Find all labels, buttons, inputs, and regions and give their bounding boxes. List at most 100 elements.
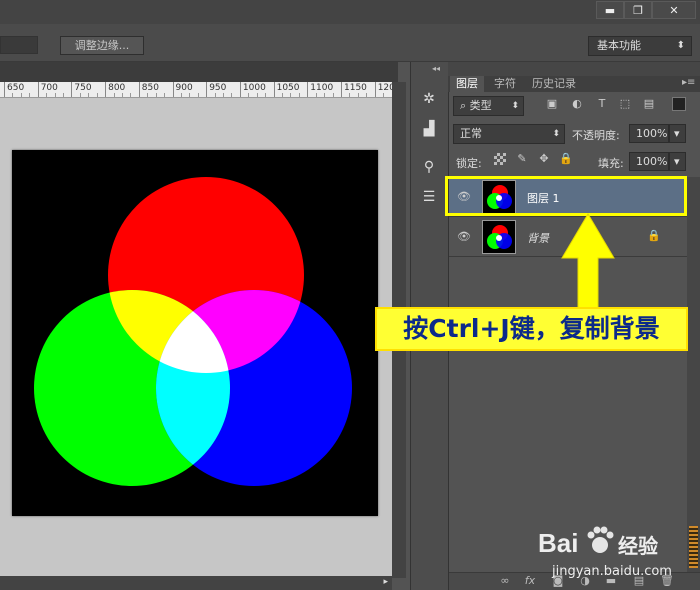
ruler-tick: [172, 82, 174, 97]
document-tab-strip: [0, 62, 398, 82]
close-button[interactable]: ✕: [652, 1, 696, 19]
ruler-minor-tick: [290, 93, 292, 97]
restore-button[interactable]: ❐: [624, 1, 652, 19]
tab-character[interactable]: 字符: [488, 76, 522, 92]
opacity-input[interactable]: 100%: [629, 124, 669, 143]
ruler-tick: [37, 82, 39, 97]
collapse-arrows-icon[interactable]: ◂◂: [432, 64, 440, 73]
rgb-thumbnail-icon: [487, 225, 512, 249]
fx-icon[interactable]: fx: [523, 574, 537, 588]
ruler-minor-tick: [349, 93, 351, 97]
ruler-tick: [138, 82, 140, 97]
ruler-minor-tick: [46, 93, 48, 97]
ruler-label: 850: [141, 83, 159, 93]
ruler-label: 1050: [276, 83, 300, 93]
tab-history[interactable]: 历史记录: [526, 76, 582, 92]
filter-type-icon[interactable]: T: [595, 97, 609, 111]
filter-pixel-icon[interactable]: ▣: [545, 97, 559, 111]
filter-shape-icon[interactable]: ⬚: [618, 97, 632, 111]
ruler-label: 650: [7, 83, 25, 93]
ruler-tick: [341, 82, 342, 97]
filter-toggle[interactable]: [672, 97, 686, 111]
ruler-minor-tick: [113, 93, 115, 97]
watermark-brand: Bai: [538, 528, 579, 558]
layer-name[interactable]: 背景: [527, 230, 549, 246]
blend-mode-select[interactable]: 正常 ⬍: [453, 124, 565, 144]
ruler-label: 1000: [242, 83, 266, 93]
ruler-minor-tick: [147, 93, 149, 97]
adjust-icon[interactable]: ☰: [418, 186, 440, 208]
rgb-circles-image: [34, 177, 352, 486]
lock-icon: 🔒: [647, 229, 661, 242]
ruler-minor-tick: [121, 93, 123, 97]
ruler-minor-tick: [29, 93, 31, 97]
minimize-button[interactable]: ▬: [596, 1, 624, 19]
fill-dropdown-icon[interactable]: ▾: [669, 152, 686, 171]
ruler-minor-tick: [383, 93, 385, 97]
document-canvas[interactable]: [12, 150, 378, 516]
ruler-minor-tick: [62, 93, 64, 97]
blend-mode-value: 正常: [460, 127, 482, 140]
watermark-url: jingyan.baidu.com: [552, 564, 672, 579]
ruler-label: 750: [74, 83, 92, 93]
horizontal-ruler: 650 700 750 800 850 900 950 1000 1050 1100 1150 120…: [0, 82, 392, 98]
layer-thumbnail: [482, 220, 516, 254]
ruler-label: 900: [175, 83, 193, 93]
lock-all-icon[interactable]: 🔒: [559, 152, 573, 166]
link-layers-icon[interactable]: ∞: [498, 574, 512, 588]
ruler-minor-tick: [332, 93, 334, 97]
workspace-select[interactable]: 基本功能 ⬍: [588, 36, 692, 56]
ruler-minor-tick: [223, 93, 225, 97]
workspace-label: 基本功能: [597, 39, 641, 52]
histogram-icon[interactable]: ▟: [418, 118, 440, 140]
title-bar: [0, 0, 700, 24]
ruler-tick: [307, 82, 309, 97]
refine-edge-button[interactable]: 调整边缘...: [60, 36, 144, 55]
ruler-label: 950: [209, 83, 227, 93]
fill-label: 填充:: [598, 157, 624, 170]
ruler-minor-tick: [88, 93, 90, 97]
ruler-minor-tick: [164, 93, 166, 97]
chevron-updown-icon: ⬍: [552, 129, 560, 139]
opacity-dropdown-icon[interactable]: ▾: [669, 124, 686, 143]
watermark-brand2: 经验: [618, 534, 658, 558]
ruler-minor-tick: [20, 93, 22, 97]
opacity-label: 不透明度:: [572, 129, 620, 142]
ruler-label: 800: [108, 83, 126, 93]
chevron-updown-icon: ⬍: [676, 40, 685, 51]
visibility-eye-icon[interactable]: 👁: [457, 230, 471, 244]
canvas-horizontal-scrollbar[interactable]: ▸: [0, 576, 392, 590]
panel-header: [448, 62, 700, 76]
ruler-minor-tick: [248, 93, 250, 97]
filter-smart-object-icon[interactable]: ▤: [642, 97, 656, 111]
arrow-up-icon: [561, 213, 615, 309]
ruler-minor-tick: [79, 93, 81, 97]
ruler-minor-tick: [54, 93, 56, 97]
fill-input[interactable]: 100%: [629, 152, 669, 171]
lock-transparency-icon[interactable]: [494, 153, 506, 165]
highlight-box: [445, 176, 687, 216]
filter-adjustment-icon[interactable]: ◐: [570, 97, 584, 111]
ruler-tick: [239, 82, 241, 97]
ruler-minor-tick: [12, 93, 14, 97]
tab-layers[interactable]: 图层: [450, 76, 484, 92]
ruler-tick: [206, 82, 208, 97]
ruler-minor-tick: [214, 93, 216, 97]
ruler-label: 700: [40, 83, 58, 93]
watermark: Bai 经验 jingyan.baidu.com: [538, 514, 698, 584]
brush-panel-icon[interactable]: ⚲: [418, 156, 440, 178]
lock-pixels-brush-icon[interactable]: ✎: [515, 152, 529, 166]
ruler-minor-tick: [282, 93, 284, 97]
ruler-minor-tick: [130, 93, 132, 97]
panel-menu-icon[interactable]: ▸≡: [682, 77, 695, 88]
wheel-icon[interactable]: ✲: [418, 88, 440, 110]
layer-filter-select[interactable]: ⌕ 类型 ⬍: [453, 96, 524, 116]
ruler-minor-tick: [366, 93, 368, 97]
options-field[interactable]: [0, 36, 38, 54]
ruler-minor-tick: [231, 93, 233, 97]
scroll-right-arrow-icon[interactable]: ▸: [383, 577, 388, 587]
ruler-tick: [273, 82, 275, 97]
lock-position-icon[interactable]: ✥: [537, 152, 551, 166]
ruler-label: 1100: [310, 83, 334, 93]
ruler-tick: [71, 82, 73, 97]
